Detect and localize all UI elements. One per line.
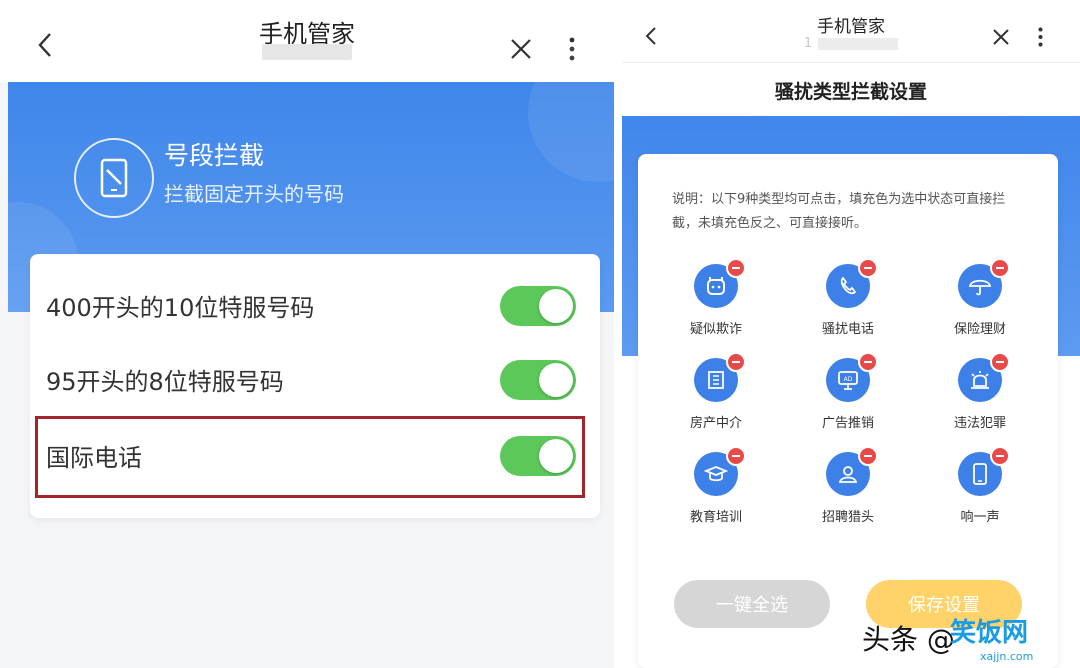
hero-title: 号段拦截 — [164, 141, 265, 170]
ad-icon: AD — [826, 352, 878, 402]
mobile-block-icon — [74, 138, 154, 218]
toggle-switch[interactable] — [500, 360, 576, 400]
category-item[interactable]: 响一声 — [930, 446, 1030, 525]
close-icon[interactable] — [990, 26, 1012, 48]
umbrella-icon — [958, 258, 1010, 308]
right-screen: 手机管家 1 骚扰类型拦截设置 说明：以下9种类型均可点击，填充色为选中状态可直… — [622, 0, 1080, 668]
highlight-box — [35, 416, 585, 498]
category-item[interactable]: 房产中介 — [666, 352, 766, 431]
left-nav-bar: 手机管家 — [0, 0, 614, 82]
mobile-icon — [958, 446, 1010, 496]
description-text: 说明：以下9种类型均可点击，填充色为选中状态可直接拦截，未填充色反之、可直接接听… — [672, 192, 1006, 231]
hero-subtitle: 拦截固定开头的号码 — [164, 182, 344, 206]
face-icon — [694, 258, 746, 308]
panel-divider — [614, 0, 622, 668]
toggle-switch[interactable] — [500, 286, 576, 326]
list-item: 95开头的8位特服号码 — [30, 342, 600, 416]
close-icon[interactable] — [506, 34, 536, 64]
person-icon — [826, 446, 878, 496]
page-header: 骚扰类型拦截设置 — [622, 62, 1080, 117]
more-icon[interactable] — [1032, 26, 1048, 48]
phone-icon — [826, 258, 878, 308]
watermark-url: xajjn.com — [980, 650, 1034, 663]
category-item[interactable]: 教育培训 — [666, 446, 766, 525]
right-nav-bar: 手机管家 1 — [622, 0, 1080, 62]
graduation-icon — [694, 446, 746, 496]
building-icon — [694, 352, 746, 402]
list-item: 400开头的10位特服号码 — [30, 268, 600, 342]
watermark-text: 头条 @ — [862, 623, 955, 656]
row-label: 400开头的10位特服号码 — [46, 294, 315, 322]
page-title: 骚扰类型拦截设置 — [774, 81, 927, 103]
siren-icon — [958, 352, 1010, 402]
select-all-button[interactable]: 一键全选 — [674, 580, 830, 628]
category-item[interactable]: 违法犯罪 — [930, 352, 1030, 431]
category-item[interactable]: 骚扰电话 — [798, 258, 898, 337]
svg-text:AD: AD — [844, 376, 853, 383]
category-item[interactable]: 疑似欺诈 — [666, 258, 766, 337]
category-item[interactable]: 保险理财 — [930, 258, 1030, 337]
category-item[interactable]: 招聘猎头 — [798, 446, 898, 525]
category-item[interactable]: AD 广告推销 — [798, 352, 898, 431]
left-screen: 手机管家 号段拦截 拦截固定开头的号码 400开头的10位特服号码 95开头的8… — [0, 0, 614, 668]
row-label: 95开头的8位特服号码 — [46, 368, 284, 396]
